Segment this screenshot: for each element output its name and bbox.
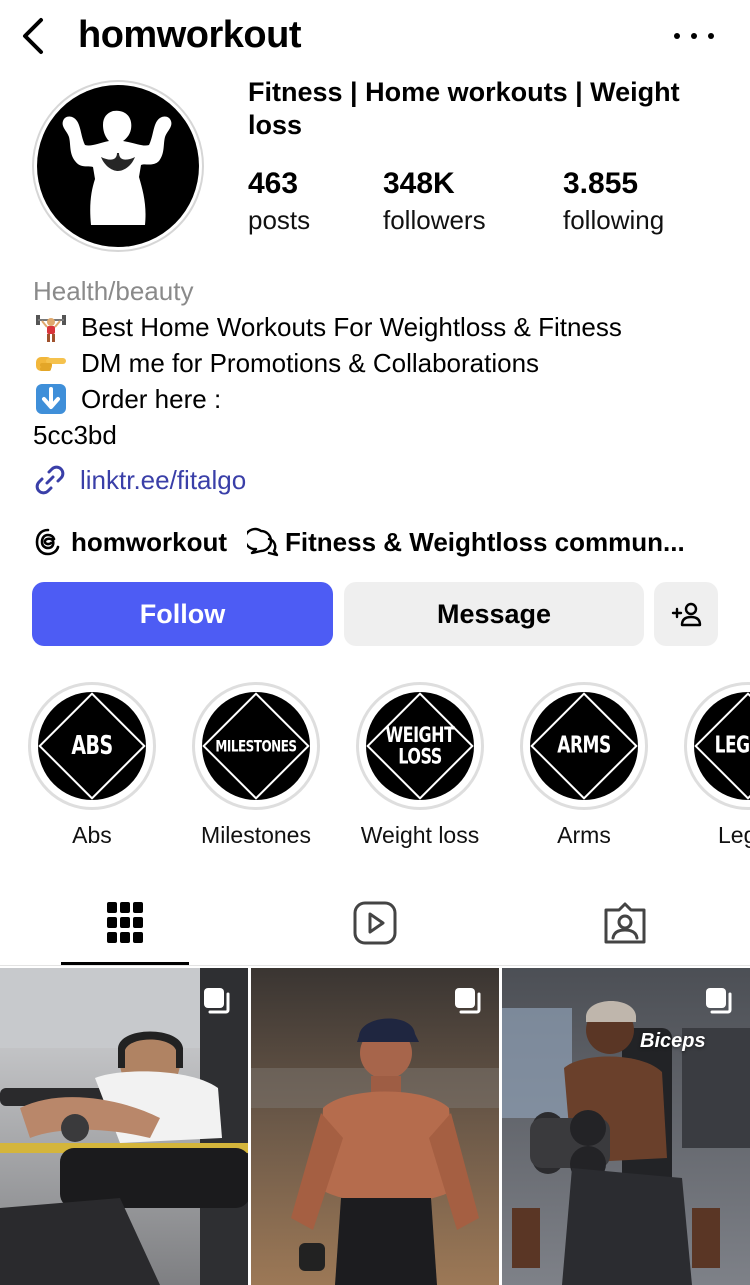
threads-handle[interactable]: homworkout — [71, 522, 227, 562]
tab-tagged[interactable] — [500, 880, 750, 966]
post-caption-overlay: Biceps — [640, 1030, 706, 1052]
down-arrow-emoji-icon — [33, 383, 69, 415]
stat-posts[interactable]: 463 posts — [248, 166, 310, 238]
bio-line: 5cc3bd — [33, 417, 117, 453]
story-highlight[interactable]: ABS Abs — [28, 682, 156, 849]
chevron-left-icon — [23, 18, 43, 54]
story-highlight[interactable]: ARMS Arms — [520, 682, 648, 849]
pointing-hand-emoji-icon — [33, 347, 69, 379]
highlight-cover-text: LEGS — [714, 731, 750, 759]
tab-posts-grid[interactable] — [0, 880, 250, 966]
profile-full-name: Fitness | Home workouts | Weight loss — [248, 77, 680, 140]
more-options-button[interactable] — [674, 22, 714, 50]
bio-line: DM me for Promotions & Collaborations — [33, 345, 539, 381]
bio-text: DM me for Promotions & Collaborations — [81, 348, 540, 378]
posts-grid: Biceps — [0, 968, 750, 1285]
story-highlight[interactable]: MILESTONES Milestones — [192, 682, 320, 849]
threads-community-row: homworkout Fitness & Weightloss commun..… — [33, 522, 733, 562]
highlight-label: Milestones — [201, 822, 311, 848]
profile-link-text: linktr.ee/fitalgo — [80, 464, 247, 495]
multiple-photos-icon — [204, 988, 230, 1014]
message-button[interactable]: Message — [344, 582, 644, 646]
suggested-users-button[interactable] — [654, 582, 718, 646]
highlight-cover-text: ARMS — [557, 731, 611, 759]
back-button[interactable] — [14, 12, 50, 60]
follow-button[interactable]: Follow — [32, 582, 333, 646]
profile-link[interactable]: linktr.ee/fitalgo — [32, 462, 246, 498]
story-highlight[interactable]: LEGS Legs — [684, 682, 750, 849]
post-thumbnail[interactable]: Biceps — [502, 968, 750, 1285]
community-chat-icon — [247, 527, 279, 557]
highlight-cover-text: MILESTONES — [215, 736, 297, 756]
more-horizontal-icon — [674, 33, 680, 39]
weightlifter-emoji-icon — [33, 311, 69, 343]
bio-text: Best Home Workouts For Weightloss & Fitn… — [81, 312, 622, 342]
profile-tabs — [0, 880, 750, 966]
stat-following[interactable]: 3.855 following — [563, 166, 664, 238]
highlight-label: Weight loss — [360, 822, 480, 848]
tagged-icon — [604, 902, 646, 944]
community-link[interactable]: Fitness & Weightloss commun... — [285, 522, 685, 562]
grid-icon — [107, 902, 143, 943]
top-bar: homworkout — [0, 0, 750, 72]
bodybuilder-logo-icon — [62, 110, 172, 225]
multiple-photos-icon — [706, 988, 732, 1014]
link-icon — [35, 465, 65, 495]
threads-icon — [35, 528, 60, 556]
stat-followers[interactable]: 348K followers — [383, 166, 486, 238]
story-highlight[interactable]: WEIGHT LOSS Weight loss — [356, 682, 484, 849]
tab-reels[interactable] — [250, 880, 500, 966]
add-person-icon — [671, 602, 702, 627]
post-thumbnail[interactable] — [0, 968, 248, 1285]
post-thumbnail[interactable] — [251, 968, 499, 1285]
multiple-photos-icon — [455, 988, 481, 1014]
bio-text: 5cc3bd — [33, 420, 117, 450]
highlight-label: Abs — [72, 822, 112, 848]
highlight-cover-text: ABS — [71, 730, 113, 761]
reels-icon — [353, 901, 397, 945]
highlight-cover-text: WEIGHT LOSS — [385, 721, 455, 769]
bio-line: Order here : — [33, 381, 221, 417]
profile-avatar[interactable] — [32, 80, 204, 252]
bio-text: Order here : — [81, 384, 222, 414]
active-tab-indicator — [61, 962, 189, 965]
highlight-label: Arms — [557, 822, 611, 848]
profile-category: Health/beauty — [33, 276, 194, 306]
bio-line: Best Home Workouts For Weightloss & Fitn… — [33, 309, 622, 345]
profile-username: homworkout — [78, 14, 301, 56]
highlight-label: Legs — [718, 822, 750, 848]
